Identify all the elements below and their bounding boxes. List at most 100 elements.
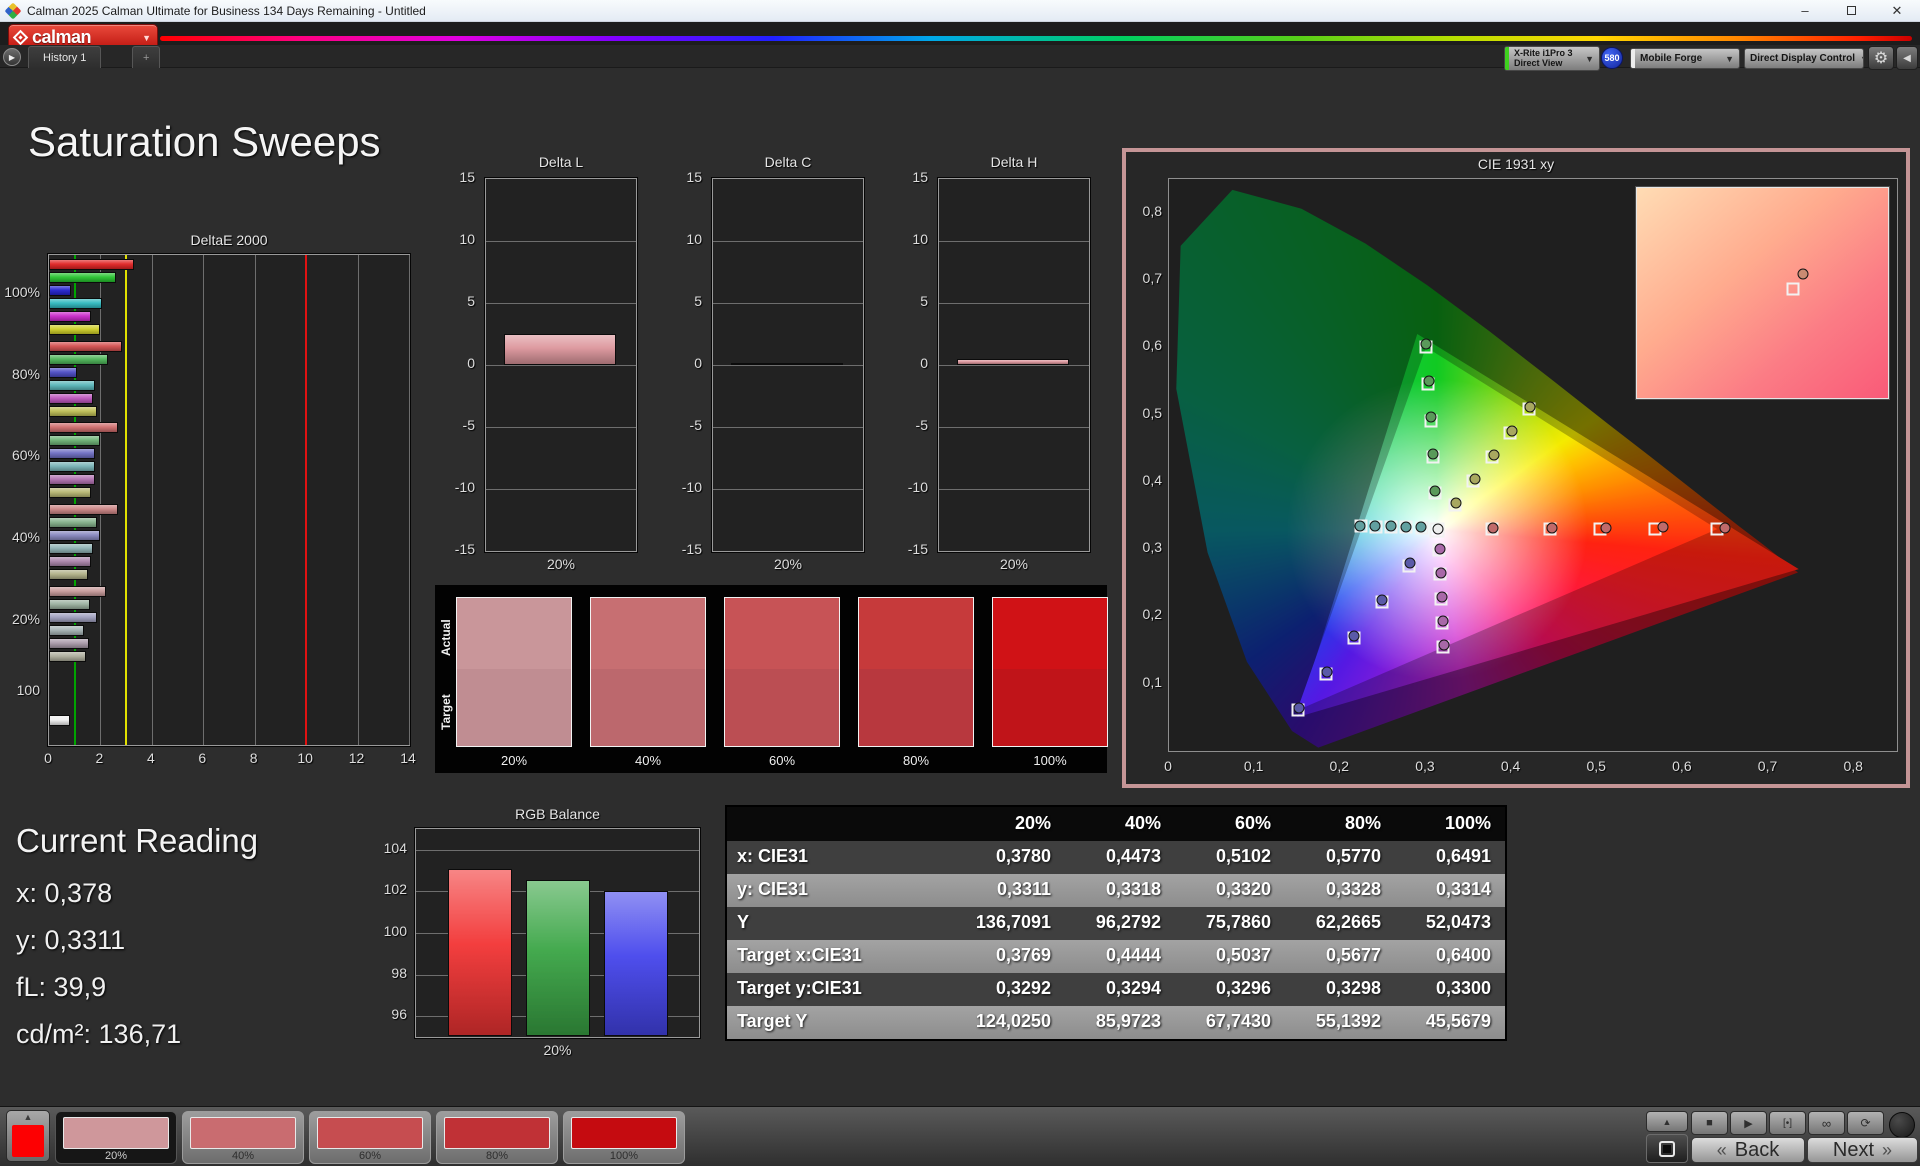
- deltae-bar: [49, 272, 116, 283]
- deltae-group-label: 80%: [0, 366, 40, 382]
- history-nav-button[interactable]: ▶: [3, 48, 21, 66]
- cie-y-tick: 0,6: [1132, 337, 1162, 353]
- display-control-dropdown[interactable]: Direct Display Control ▼: [1744, 48, 1864, 69]
- cie-y-tick: 0,3: [1132, 539, 1162, 555]
- cie-measured-marker-green: [1421, 338, 1432, 349]
- deltae-bar: [49, 599, 90, 610]
- single-measure-icon: [•]: [1783, 1118, 1792, 1129]
- table-row-label: x: CIE31: [727, 841, 955, 874]
- deltae-bar: [49, 569, 88, 580]
- cie-measured-marker-red: [1487, 523, 1498, 534]
- meter-dropdown[interactable]: X-Rite i1Pro 3 Direct View ▼: [1504, 46, 1600, 71]
- delta-y-tick: 0: [445, 355, 475, 371]
- cie-measured-marker-yellow: [1488, 449, 1499, 460]
- collapse-panel-button[interactable]: ◀: [1896, 46, 1918, 70]
- deltae-x-axis: 02468101214: [48, 750, 410, 768]
- table-row-label: Target x:CIE31: [727, 940, 955, 973]
- single-measure-button[interactable]: [•]: [1769, 1111, 1806, 1135]
- rgb-y-tick: 98: [371, 965, 407, 981]
- cie-chart-plot: [1168, 178, 1898, 752]
- cie-inset-target-marker: [1786, 282, 1799, 295]
- pattern-label: 20%: [56, 1150, 176, 1162]
- delta-l-x-label: 20%: [485, 556, 637, 572]
- pattern-window-button[interactable]: [1646, 1134, 1688, 1163]
- cie-x-tick: 0,8: [1838, 758, 1868, 774]
- delta-h-y-axis: 151050-5-10-15: [898, 178, 932, 552]
- cie-x-tick: 0,5: [1581, 758, 1611, 774]
- delta-gridline: [486, 303, 636, 304]
- continuous-measure-button[interactable]: ∞: [1808, 1111, 1845, 1135]
- delta-h-x-label: 20%: [938, 556, 1090, 572]
- cie-y-tick: 0,5: [1132, 405, 1162, 421]
- table-value-cell: 0,4473: [1065, 841, 1175, 874]
- stop-icon: ■: [1706, 1117, 1713, 1129]
- table-value-cell: 0,5102: [1175, 841, 1285, 874]
- delta-c-title: Delta C: [712, 154, 864, 170]
- deltae-bar: [49, 259, 134, 270]
- settings-button[interactable]: ⚙: [1868, 46, 1894, 70]
- deltae-y-axis: 100%80%60%40%20%100: [0, 254, 44, 746]
- pattern-button-60%[interactable]: 60%: [309, 1111, 431, 1164]
- next-button[interactable]: Next »: [1807, 1137, 1918, 1163]
- pattern-button-20%[interactable]: 20%: [55, 1111, 177, 1164]
- table-row: Target x:CIE310,37690,44440,50370,56770,…: [727, 940, 1505, 973]
- measurement-table: 20%40%60%80%100%x: CIE310,37800,44730,51…: [725, 805, 1507, 1041]
- cie-y-tick: 0,2: [1132, 606, 1162, 622]
- deltae-x-tick: 14: [396, 750, 420, 766]
- deltae-x-tick: 4: [139, 750, 163, 766]
- current-pattern-preview: [12, 1125, 44, 1157]
- sweep-swatch: [724, 597, 840, 747]
- pattern-swatch: [63, 1117, 169, 1149]
- cie-measured-marker-green: [1426, 412, 1437, 423]
- table-column-header: 80%: [1285, 807, 1395, 841]
- pattern-window-toggle[interactable]: ▲: [6, 1110, 50, 1162]
- deltae-bar: [49, 543, 93, 554]
- deltae-bar: [49, 461, 95, 472]
- table-row: Target y:CIE310,32920,32940,32960,32980,…: [727, 973, 1505, 1006]
- table-value-cell: 45,5679: [1395, 1006, 1505, 1039]
- deltae-bar: [49, 298, 102, 309]
- tab-history-1[interactable]: History 1: [28, 46, 101, 68]
- deltae-bar: [49, 341, 122, 352]
- deltae-gridline: [409, 255, 410, 745]
- pattern-label: 60%: [310, 1150, 430, 1162]
- minimize-button[interactable]: –: [1782, 0, 1828, 21]
- pattern-label: 100%: [564, 1150, 684, 1162]
- delta-y-tick: -5: [445, 417, 475, 433]
- swatch-target: [993, 669, 1107, 746]
- deltae-bar: [49, 406, 97, 417]
- table-value-cell: 55,1392: [1285, 1006, 1395, 1039]
- delta-gridline: [713, 365, 863, 366]
- cie-x-axis: 00,10,20,30,40,50,60,70,8: [1168, 756, 1898, 776]
- deltae-bar: [49, 285, 71, 296]
- deltae-group-label: 100%: [0, 284, 40, 300]
- table-value-cell: 85,9723: [1065, 1006, 1175, 1039]
- current-reading-title: Current Reading: [16, 822, 258, 860]
- pattern-swatch: [444, 1117, 550, 1149]
- cie-measured-marker-cyan: [1370, 520, 1381, 531]
- pattern-button-80%[interactable]: 80%: [436, 1111, 558, 1164]
- add-tab-button[interactable]: +: [132, 46, 160, 68]
- delta-y-tick: 5: [898, 293, 928, 309]
- delta-gridline: [486, 489, 636, 490]
- delta-y-tick: 10: [445, 231, 475, 247]
- play-measure-button[interactable]: ▶: [1730, 1111, 1767, 1135]
- maximize-button[interactable]: [1828, 0, 1874, 21]
- back-button[interactable]: « Back: [1691, 1137, 1805, 1163]
- deltae-bar: [49, 487, 91, 498]
- expand-controls-button[interactable]: ▲: [1646, 1111, 1688, 1132]
- pattern-button-40%[interactable]: 40%: [182, 1111, 304, 1164]
- pattern-button-100%[interactable]: 100%: [563, 1111, 685, 1164]
- loop-measure-button[interactable]: ⟳: [1847, 1111, 1884, 1135]
- actual-row-label: Actual: [439, 603, 453, 673]
- delta-y-tick: -10: [672, 479, 702, 495]
- table-row-label: Target y:CIE31: [727, 973, 955, 1006]
- current-reading-x: x: 0,378: [16, 878, 112, 909]
- pattern-label: 80%: [437, 1150, 557, 1162]
- deltae-gridline: [255, 255, 256, 745]
- table-row: Target Y124,025085,972367,743055,139245,…: [727, 1006, 1505, 1039]
- workflow-dropdown[interactable]: Mobile Forge ▼: [1630, 48, 1740, 69]
- stop-measure-button[interactable]: ■: [1691, 1111, 1728, 1135]
- close-button[interactable]: ✕: [1874, 0, 1920, 21]
- delta-gridline: [713, 427, 863, 428]
